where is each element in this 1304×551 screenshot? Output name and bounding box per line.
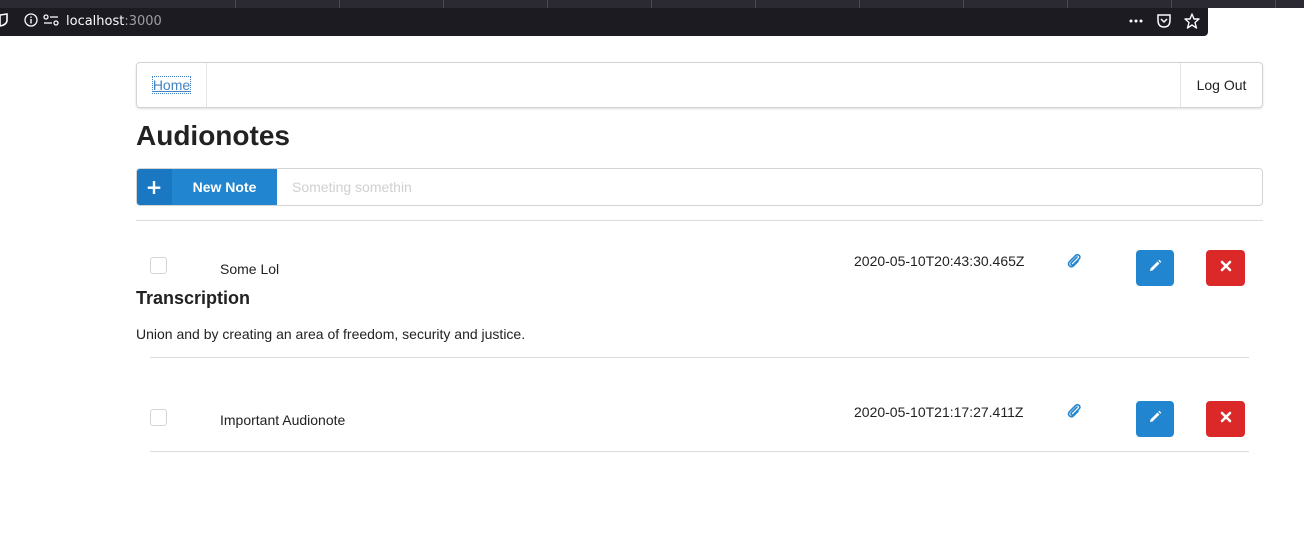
tab-separator — [1275, 0, 1276, 8]
transcription-heading: Transcription — [136, 288, 251, 308]
note-title: Some Lol — [220, 261, 280, 277]
tab-separator — [443, 0, 444, 8]
top-menu: Home Log Out — [136, 62, 1263, 108]
tab-separator — [651, 0, 652, 8]
permissions-icon[interactable] — [43, 13, 59, 33]
home-link[interactable]: Home — [151, 76, 192, 94]
pencil-icon — [1148, 410, 1162, 429]
note-checkbox[interactable] — [150, 409, 167, 426]
edit-button[interactable] — [1136, 250, 1174, 286]
pencil-icon — [1148, 259, 1162, 278]
new-note-form: + New Note — [136, 168, 1263, 206]
address-bar[interactable]: localhost:3000 — [0, 8, 1208, 36]
plus-icon: + — [137, 169, 172, 205]
close-icon — [1220, 410, 1232, 428]
tab-separator — [339, 0, 340, 8]
paperclip-icon[interactable] — [1066, 253, 1082, 269]
tab-separator — [963, 0, 964, 8]
note-date: 2020-05-10T20:43:30.465Z — [854, 253, 1025, 269]
divider — [136, 220, 1263, 221]
note-separator — [150, 451, 1249, 452]
close-icon — [1220, 259, 1232, 277]
tab-separator — [1171, 0, 1172, 8]
tab-separator — [755, 0, 756, 8]
more-actions-icon[interactable] — [1128, 12, 1144, 34]
new-note-button[interactable]: + New Note — [137, 169, 277, 205]
note-checkbox[interactable] — [150, 257, 167, 274]
url-host: localhost — [66, 14, 125, 29]
tab-separator — [547, 0, 548, 8]
tab-separator — [859, 0, 860, 8]
shield-icon[interactable] — [0, 13, 8, 33]
pocket-icon[interactable] — [1156, 13, 1172, 35]
note-row: Some Lol 2020-05-10T20:43:30.465Z — [136, 248, 1263, 308]
info-icon[interactable] — [24, 13, 38, 33]
logout-label: Log Out — [1196, 77, 1247, 93]
nav-home-item[interactable]: Home — [137, 63, 207, 107]
browser-tab-strip — [0, 0, 1304, 8]
tab-separator — [235, 0, 236, 8]
page-title: Audionotes — [136, 120, 290, 151]
transcription-text: Union and by creating an area of freedom… — [136, 326, 526, 342]
note-title: Important Audionote — [220, 412, 346, 428]
new-note-label: New Note — [192, 179, 257, 195]
url-port: :3000 — [124, 14, 162, 29]
logout-button[interactable]: Log Out — [1180, 63, 1262, 107]
edit-button[interactable] — [1136, 401, 1174, 437]
delete-button[interactable] — [1206, 250, 1245, 286]
note-row: Important Audionote 2020-05-10T21:17:27.… — [136, 399, 1263, 459]
url-text[interactable]: localhost:3000 — [66, 14, 162, 29]
delete-button[interactable] — [1206, 401, 1245, 437]
paperclip-icon[interactable] — [1066, 403, 1082, 419]
tab-separator — [1067, 0, 1068, 8]
bookmark-star-icon[interactable] — [1184, 13, 1200, 35]
note-separator — [150, 357, 1249, 358]
note-date: 2020-05-10T21:17:27.411Z — [854, 404, 1024, 420]
new-note-input[interactable] — [277, 169, 1257, 205]
